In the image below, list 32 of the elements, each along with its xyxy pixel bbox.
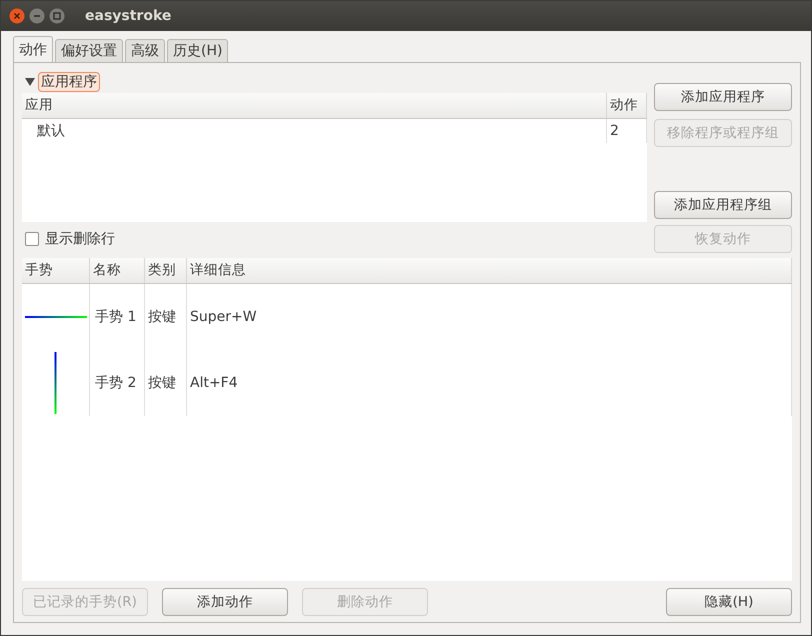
tab[interactable]: 高级 [125,39,165,63]
column-header[interactable]: 应用 [22,93,607,118]
table-cell: 手势 2 [90,350,145,416]
checkbox-label[interactable]: 显示删除行 [45,230,115,248]
tab[interactable]: 历史(H) [167,39,228,63]
table-cell: 2 [607,119,647,143]
app-button[interactable]: 添加应用程序 [654,83,792,111]
checkbox[interactable] [25,232,39,246]
gesture-drawing [24,315,86,319]
app-button[interactable]: 添加应用程序组 [654,191,792,219]
table-cell: 按键 [145,284,187,350]
minimize-icon[interactable] [29,8,45,24]
column-header[interactable]: 名称 [90,258,145,283]
table-cell: Super+W [187,284,792,350]
expander-label[interactable]: 应用程序 [38,72,100,92]
table-cell: Alt+F4 [187,350,792,416]
table-cell: 默认 [22,119,607,143]
table-cell: 手势 1 [90,284,145,350]
column-header[interactable]: 手势 [22,258,90,283]
maximize-icon[interactable] [49,8,65,24]
action-button[interactable]: 添加动作 [162,588,288,616]
column-header[interactable]: 动作 [607,93,647,118]
table-cell: 按键 [145,350,187,416]
window-title: easystroke [85,8,172,24]
gesture-drawing [54,352,57,414]
expander-triangle-icon[interactable] [25,77,35,87]
column-header[interactable]: 详细信息 [187,258,792,283]
tab[interactable]: 动作 [13,36,53,63]
column-header[interactable]: 类别 [145,258,187,283]
action-button[interactable]: 隐藏(H) [666,588,792,616]
close-icon[interactable] [9,8,25,24]
tab[interactable]: 偏好设置 [55,39,123,63]
